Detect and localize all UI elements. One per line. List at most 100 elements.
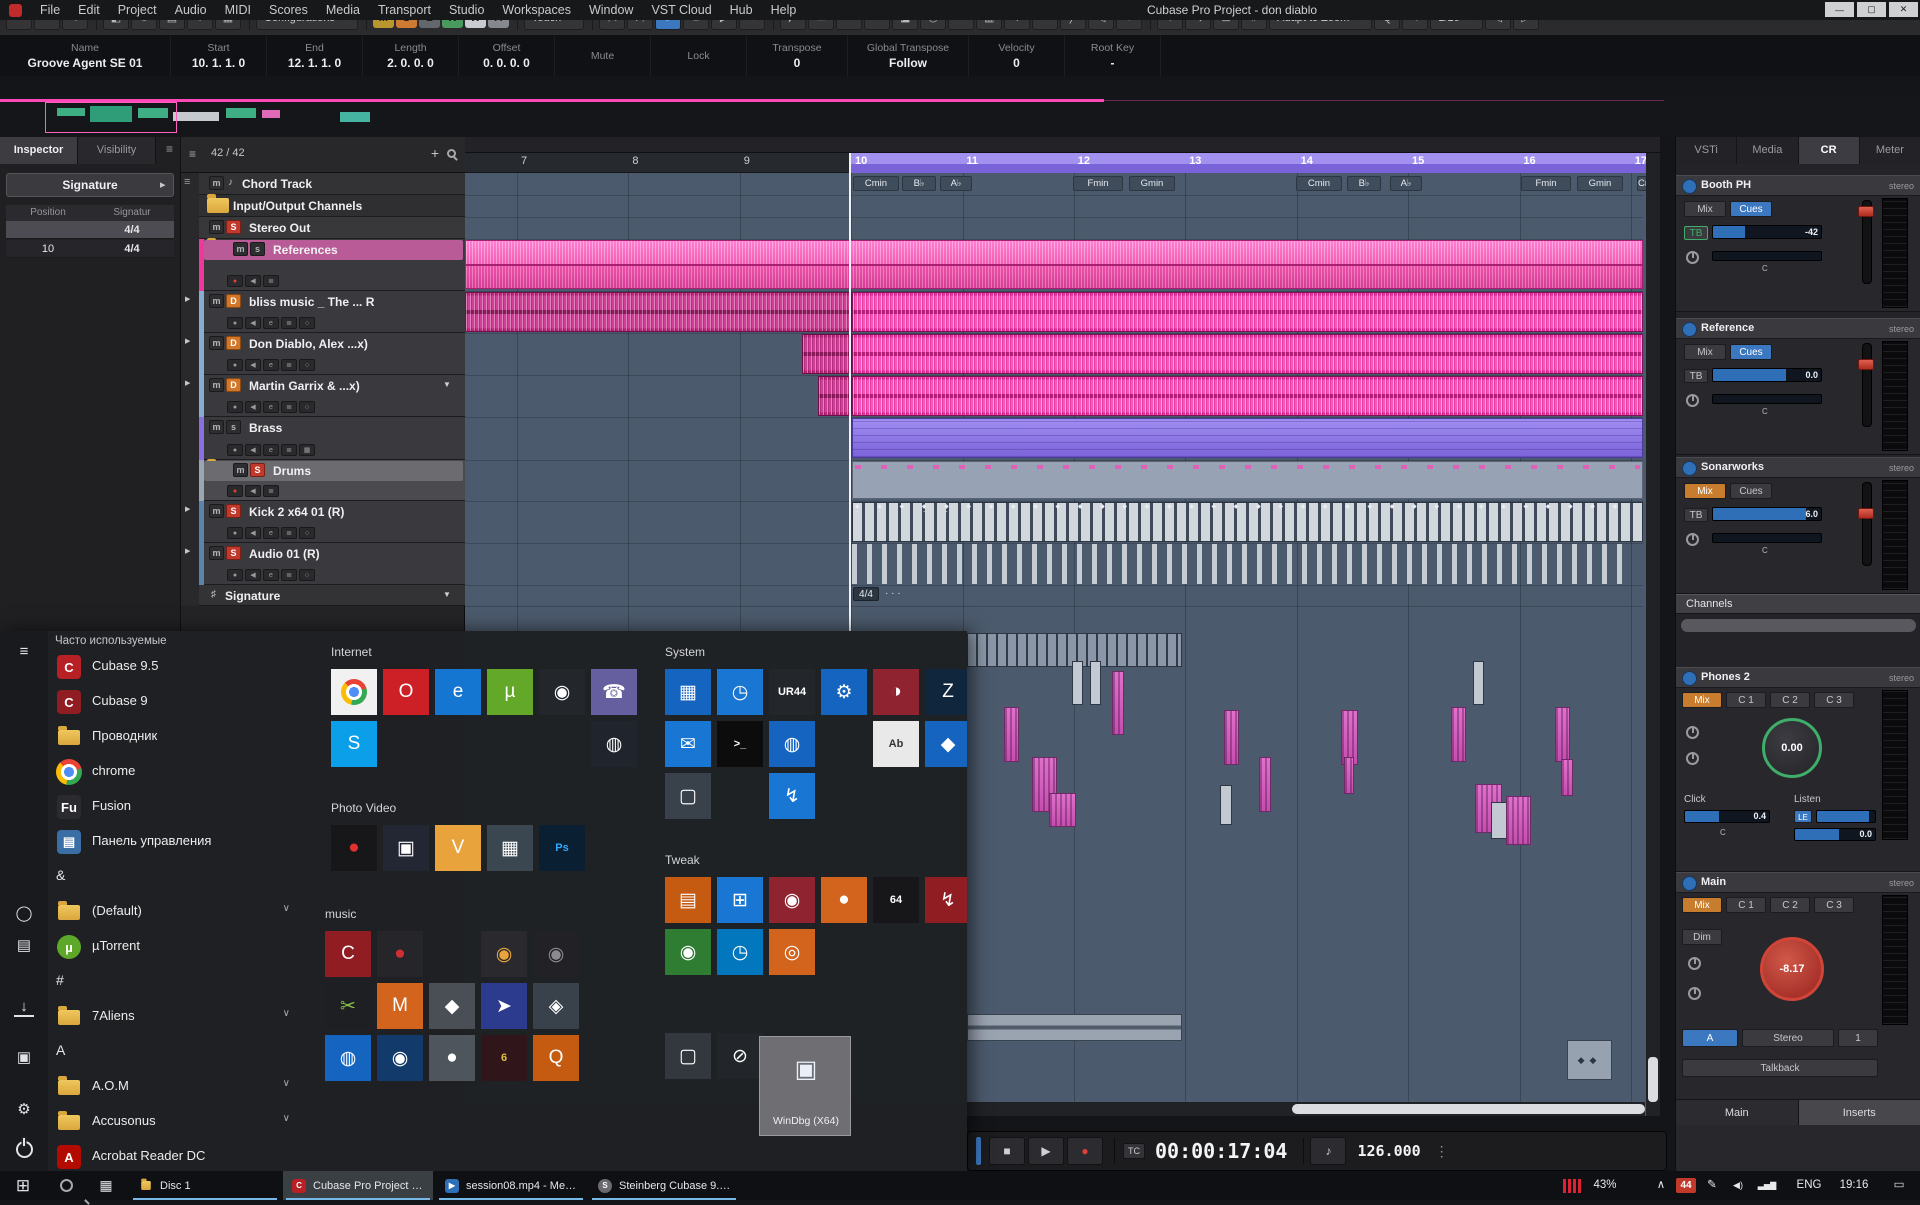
track-sub-button[interactable]: e	[263, 401, 279, 413]
minimize-button[interactable]: —	[1825, 2, 1854, 17]
chord-event[interactable]: A♭	[1390, 176, 1422, 191]
track-sub-button[interactable]: ●	[227, 401, 243, 413]
settings-rail-icon[interactable]: ⚙	[14, 1099, 34, 1119]
music-app-tile[interactable]: ●	[429, 1035, 475, 1081]
track-mute-button[interactable]: m	[233, 242, 248, 256]
track-sub-button[interactable]: ▦	[299, 444, 315, 456]
tab-inspector[interactable]: Inspector	[0, 137, 78, 164]
track-state-button[interactable]: s	[250, 242, 265, 256]
track-mute-button[interactable]: m	[209, 504, 224, 518]
cues-button[interactable]: Cues	[1730, 201, 1772, 217]
info-value[interactable]: 0	[1013, 55, 1020, 71]
search-tracks-icon[interactable]	[447, 149, 456, 158]
taskbar-app-steinberg[interactable]: SSteinberg Cubase 9.x.x...	[589, 1171, 739, 1200]
tempo-track-icon[interactable]: ♪	[1310, 1137, 1346, 1165]
info-value[interactable]: Follow	[889, 55, 927, 71]
menu-studio[interactable]: Studio	[440, 0, 493, 20]
fader-handle[interactable]	[1858, 206, 1874, 217]
start-item-cubase-9[interactable]: CCubase 9	[48, 684, 298, 719]
v-scrollbar-thumb[interactable]	[1648, 1057, 1658, 1102]
event-diaBlock[interactable]: ◆◆	[1567, 1040, 1612, 1080]
talkback-tb-button[interactable]: TB	[1684, 369, 1708, 383]
cue-select-button[interactable]: C 3	[1814, 897, 1854, 913]
event-pink[interactable]	[1049, 793, 1076, 827]
menu-project[interactable]: Project	[109, 0, 166, 20]
track-sub-button[interactable]: ≣	[263, 275, 279, 287]
mix-button[interactable]: Mix	[1684, 344, 1726, 360]
magix-tile[interactable]: M	[377, 983, 423, 1029]
language-indicator[interactable]: ENG	[1792, 1171, 1826, 1200]
start-item--default-[interactable]: (Default)∨	[48, 894, 298, 929]
track-state-button[interactable]: s	[226, 420, 241, 434]
listen-slider[interactable]	[1816, 810, 1876, 823]
track-row-don-diablo-alex-x-[interactable]: ▶mDDon Diablo, Alex ...x)●◀e≣○	[181, 333, 465, 375]
play-button[interactable]: ▶	[1028, 1137, 1064, 1165]
clock[interactable]: 19:16	[1832, 1171, 1876, 1200]
track-sub-button[interactable]: ≣	[281, 401, 297, 413]
downmix-1-button[interactable]: 1	[1838, 1029, 1878, 1047]
track-sub-button[interactable]: ≣	[281, 317, 297, 329]
cue-pan-slider[interactable]	[1712, 251, 1822, 261]
chord-event[interactable]: Fmin	[1073, 176, 1123, 191]
track-sub-button[interactable]: ●	[227, 444, 243, 456]
track-sub-button[interactable]: ◀	[245, 444, 261, 456]
chord-event[interactable]: Cmin	[1296, 176, 1342, 191]
music-app-tile[interactable]: ◉	[481, 931, 527, 977]
calculator-tile[interactable]: ▦	[665, 669, 711, 715]
tweak-tile[interactable]: ◉	[769, 877, 815, 923]
track-sub-button[interactable]: ≣	[281, 359, 297, 371]
search-button[interactable]	[46, 1171, 86, 1200]
music-app-tile[interactable]: ➤	[481, 983, 527, 1029]
info-value[interactable]: -	[1111, 55, 1115, 71]
fonts-tile[interactable]: Ab	[873, 721, 919, 767]
record-button[interactable]: ●	[1067, 1137, 1103, 1165]
listen-enable-badge[interactable]: LE	[1794, 810, 1812, 823]
track-sub-button[interactable]: ○	[299, 527, 315, 539]
track-sub-button[interactable]: ◀	[245, 401, 261, 413]
tab-meter[interactable]: Meter	[1860, 137, 1920, 164]
tab-vsti[interactable]: VSTi	[1676, 137, 1737, 164]
info-value[interactable]: Groove Agent SE 01	[28, 55, 143, 71]
boost-tile[interactable]: ↯	[769, 773, 815, 819]
cue-select-button[interactable]: C 1	[1726, 692, 1766, 708]
expand-arrow-icon[interactable]: ▶	[185, 505, 195, 515]
menu-scores[interactable]: Scores	[260, 0, 317, 20]
tweak-tile[interactable]: ↯	[925, 877, 967, 923]
music-app-tile[interactable]: ◆	[429, 983, 475, 1029]
app-tile[interactable]: ◍	[769, 721, 815, 767]
tweak-tile[interactable]: ▤	[665, 877, 711, 923]
badge-44[interactable]: 44	[1676, 1178, 1696, 1193]
start-item-fusion[interactable]: FuFusion	[48, 789, 298, 824]
user-rail-icon[interactable]: ◯	[14, 903, 34, 923]
track-sub-button[interactable]: ●	[227, 275, 243, 287]
chevron-down-icon[interactable]: ▼	[443, 380, 457, 392]
event-pink[interactable]	[1561, 759, 1573, 796]
track-sub-button[interactable]: e	[263, 444, 279, 456]
start-item-7aliens[interactable]: 7Aliens∨	[48, 999, 298, 1034]
start-item-проводник[interactable]: Проводник	[48, 719, 298, 754]
h-scrollbar-thumb[interactable]	[1292, 1104, 1645, 1114]
track-sub-button[interactable]: ●	[227, 527, 243, 539]
start-item-accusonus[interactable]: Accusonus∨	[48, 1104, 298, 1139]
taskbar-app-folder[interactable]: Disc 1	[130, 1171, 280, 1200]
windbg-tile[interactable]: ▣WinDbg (X64)	[759, 1036, 851, 1136]
opera-tile[interactable]: O	[383, 669, 429, 715]
channels-bar[interactable]: Channels	[1676, 594, 1920, 614]
monitor-knob-icon[interactable]	[1688, 957, 1701, 970]
talkback-button[interactable]: Talkback	[1682, 1059, 1878, 1077]
downloads-rail-icon[interactable]: ↓	[14, 997, 34, 1017]
start-item-cubase-9-5[interactable]: CCubase 9.5	[48, 649, 298, 684]
track-sub-button[interactable]: ◀	[245, 485, 261, 497]
track-sub-button[interactable]: ○	[299, 401, 315, 413]
collapsed-rack-bar[interactable]	[1681, 619, 1916, 632]
track-sub-button[interactable]: ◀	[245, 569, 261, 581]
track-mute-button[interactable]: m	[209, 336, 224, 350]
clip-wave[interactable]	[852, 334, 1643, 374]
cmd-tile[interactable]: >_	[717, 721, 763, 767]
clip-purple[interactable]	[852, 418, 1643, 458]
track-mute-button[interactable]: m	[209, 378, 224, 392]
network-tray-icon[interactable]: ▃▅▇	[1752, 1171, 1782, 1200]
clip-waveDim[interactable]	[465, 292, 852, 332]
tab-visibility[interactable]: Visibility	[78, 137, 156, 164]
project-overview[interactable]	[0, 96, 1920, 137]
